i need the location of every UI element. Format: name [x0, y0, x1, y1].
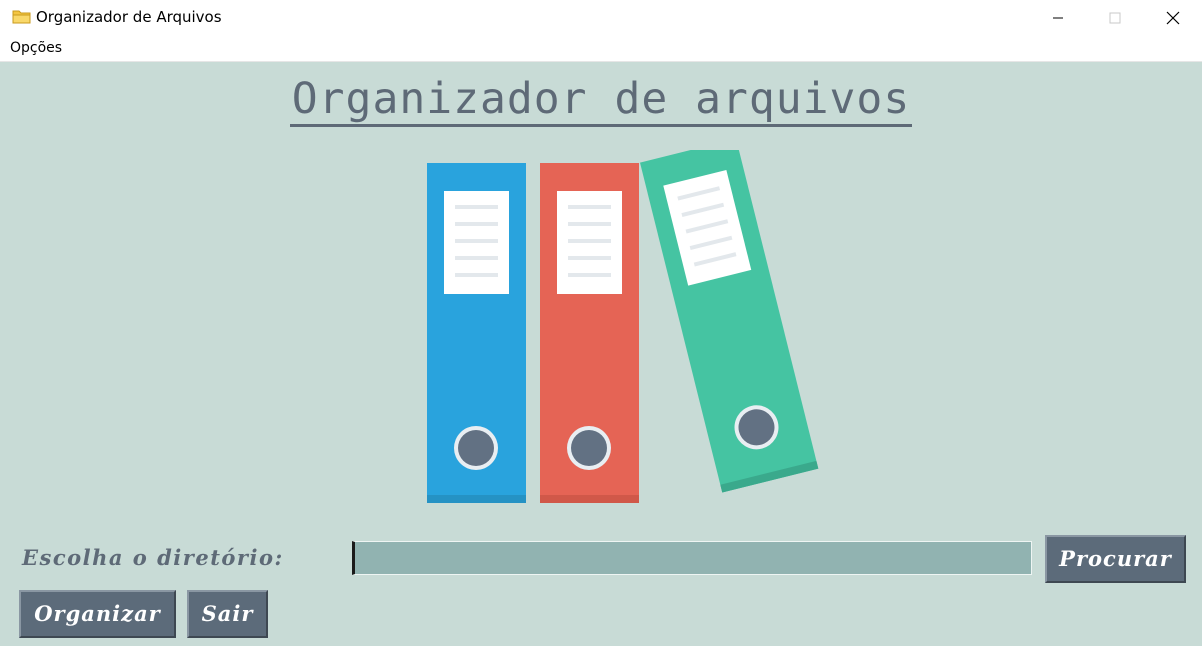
- green-binder: [640, 150, 819, 493]
- app-window: Organizador de Arquivos Opções Organizad…: [0, 0, 1202, 646]
- minimize-button[interactable]: [1030, 0, 1086, 36]
- title-bar: Organizador de Arquivos: [0, 0, 1202, 36]
- directory-label: Escolha o diretório:: [22, 545, 284, 570]
- page-title: Organizador de arquivos: [289, 76, 913, 127]
- browse-button[interactable]: Procurar: [1045, 535, 1186, 583]
- maximize-button[interactable]: [1087, 0, 1143, 36]
- organize-button[interactable]: Organizar: [19, 590, 176, 638]
- maximize-icon: [1109, 12, 1121, 24]
- exit-button[interactable]: Sair: [187, 590, 268, 638]
- minimize-icon: [1053, 17, 1063, 19]
- close-icon: [1166, 11, 1180, 25]
- close-button[interactable]: [1145, 0, 1201, 36]
- binders-icon: [427, 150, 819, 503]
- window-title: Organizador de Arquivos: [36, 8, 222, 26]
- blue-binder: [427, 163, 526, 503]
- folder-icon: [12, 10, 31, 24]
- menu-bar: Opções: [0, 36, 1202, 62]
- red-binder: [540, 163, 639, 503]
- menu-item-opcoes[interactable]: Opções: [10, 40, 62, 56]
- page-title-container: Organizador de arquivos: [0, 74, 1202, 127]
- directory-input[interactable]: [352, 541, 1032, 575]
